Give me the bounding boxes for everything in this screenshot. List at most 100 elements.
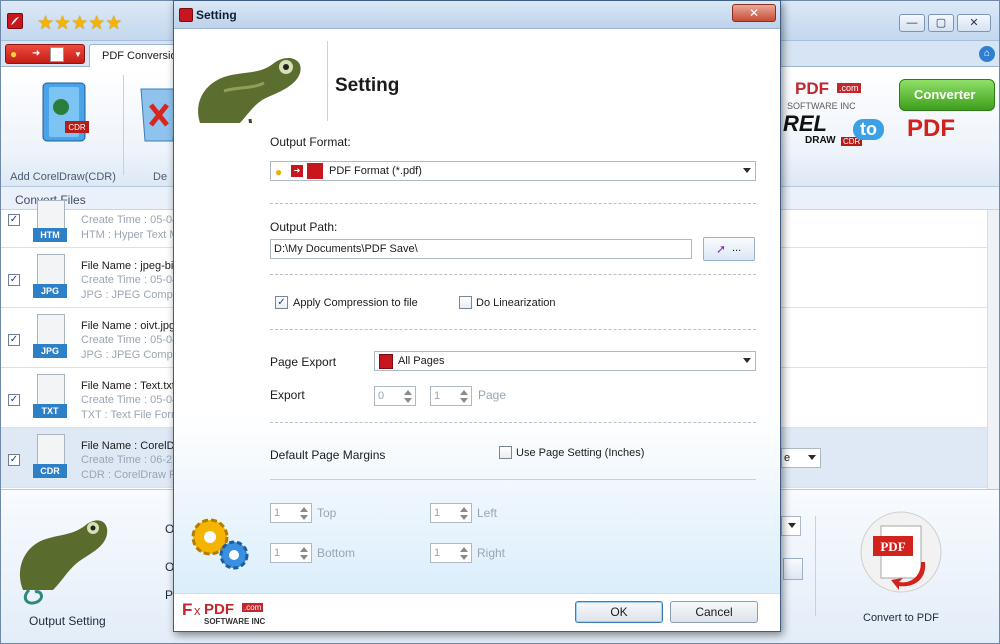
divider xyxy=(270,329,756,330)
file-created: Create Time : 05-04 xyxy=(81,394,179,406)
dialog-footer: F x PDF .com SOFTWARE INC OK Cancel xyxy=(174,593,780,631)
star-icon: ★ xyxy=(71,13,89,34)
minimize-button[interactable]: — xyxy=(899,14,925,32)
arrow-icon: ➜ xyxy=(291,165,303,177)
list-scrollbar[interactable] xyxy=(987,210,999,490)
dialog-close-button[interactable]: ✕ xyxy=(732,4,776,22)
setting-dialog: Setting ✕ Setting Output Format: ● ➜ PDF… xyxy=(173,0,781,632)
dialog-app-icon xyxy=(179,8,193,22)
pdf-icon xyxy=(307,163,323,179)
add-cdr-icon: CDR xyxy=(42,82,89,142)
spin-down-icon[interactable] xyxy=(460,515,468,520)
product-logo: REL DRAW CDR to PDF xyxy=(783,109,955,153)
star-icon: ★ xyxy=(37,13,55,34)
margin-top-spinner[interactable]: 1 xyxy=(270,503,312,523)
file-type: HTM : Hyper Text M xyxy=(81,229,179,241)
logo-fox: F xyxy=(182,600,193,619)
cdr-file-icon: CDR xyxy=(33,434,71,480)
brand-com: .com xyxy=(837,83,861,93)
file-type: CDR : CorelDraw Fi xyxy=(81,469,179,481)
divider xyxy=(270,422,756,423)
home-icon[interactable]: ⌂ xyxy=(979,46,995,62)
quick-access-menu[interactable]: ● ➜ ▼ xyxy=(5,44,85,64)
ribbon-divider xyxy=(123,75,124,175)
page-export-select[interactable]: All Pages xyxy=(374,351,756,371)
cancel-button[interactable]: Cancel xyxy=(670,601,758,623)
row-checkbox[interactable]: ✓ xyxy=(8,454,20,466)
close-button[interactable]: ✕ xyxy=(957,14,991,32)
row-checkbox[interactable]: ✓ xyxy=(8,274,20,286)
bottom-divider xyxy=(815,516,816,616)
maximize-button[interactable]: ▢ xyxy=(928,14,954,32)
logo-to: to xyxy=(853,119,884,140)
linearization-checkbox[interactable] xyxy=(459,296,472,309)
spin-up-icon[interactable] xyxy=(300,547,308,552)
spin-up-icon[interactable] xyxy=(300,507,308,512)
convert-to-pdf-button[interactable]: PDF Convert to PDF xyxy=(841,508,961,638)
file-badge: HTM xyxy=(33,228,67,242)
spin-down-icon[interactable] xyxy=(460,398,468,403)
use-page-setting-checkbox[interactable] xyxy=(499,446,512,459)
linearization-label: Do Linearization xyxy=(476,297,556,309)
spin-up-icon[interactable] xyxy=(404,390,412,395)
output-format-value: PDF Format (*.pdf) xyxy=(329,165,422,177)
tab-pdf-conversion[interactable]: PDF Conversion xyxy=(89,44,184,68)
star-icon: ★ xyxy=(88,13,106,34)
browse-label: ... xyxy=(732,242,742,254)
ok-button[interactable]: OK xyxy=(575,601,663,623)
dialog-titlebar: Setting ✕ xyxy=(174,1,780,29)
export-from-spinner[interactable]: 0 xyxy=(374,386,416,406)
browse-button[interactable]: ➚ ... xyxy=(703,237,755,261)
converter-button[interactable]: Converter xyxy=(899,79,995,111)
arrow-icon: ➜ xyxy=(32,48,41,59)
output-setting-label: Output Setting xyxy=(29,614,106,628)
dialog-header xyxy=(174,29,780,139)
margins-divider xyxy=(270,479,756,480)
export-to-spinner[interactable]: 1 xyxy=(430,386,472,406)
star-icon: ★ xyxy=(54,13,72,34)
output-path-input[interactable]: D:\My Documents\PDF Save\ xyxy=(270,239,692,259)
bulb-icon: ● xyxy=(10,47,18,61)
pdf-convert-icon: PDF xyxy=(860,511,942,593)
margin-bottom-label: Bottom xyxy=(317,546,356,560)
chevron-down-icon xyxy=(788,523,796,528)
apply-compression-checkbox[interactable]: ✓ xyxy=(275,296,288,309)
row-format-combo[interactable]: e xyxy=(781,448,821,468)
output-format-combo-main[interactable] xyxy=(781,516,801,536)
folder-button[interactable] xyxy=(783,558,803,580)
file-badge: TXT xyxy=(33,404,67,418)
margin-bottom-spinner[interactable]: 1 xyxy=(270,543,312,563)
spin-down-icon[interactable] xyxy=(460,555,468,560)
file-created: Create Time : 05-04 xyxy=(81,274,179,286)
dialog-title: Setting xyxy=(196,8,237,22)
row-checkbox[interactable]: ✓ xyxy=(8,214,20,226)
default-margins-label: Default Page Margins xyxy=(270,448,386,462)
margin-right-value: 1 xyxy=(434,547,441,559)
apply-compression-label: Apply Compression to file xyxy=(293,297,418,309)
spin-up-icon[interactable] xyxy=(460,390,468,395)
use-page-setting-label: Use Page Setting (Inches) xyxy=(516,447,645,459)
star-icon: ★ xyxy=(105,13,123,34)
chevron-down-icon xyxy=(743,168,751,173)
spin-up-icon[interactable] xyxy=(460,547,468,552)
file-created: Create Time : 05-04 xyxy=(81,334,179,346)
converter-label: Converter xyxy=(914,87,976,102)
file-type: JPG : JPEG Compre xyxy=(81,349,183,361)
row-checkbox[interactable]: ✓ xyxy=(8,394,20,406)
margin-left-value: 1 xyxy=(434,507,441,519)
output-format-select[interactable]: ● ➜ PDF Format (*.pdf) xyxy=(270,161,756,181)
spin-down-icon[interactable] xyxy=(404,398,412,403)
file-type: JPG : JPEG Compre xyxy=(81,289,183,301)
margin-left-spinner[interactable]: 1 xyxy=(430,503,472,523)
cursor-icon: ➚ xyxy=(716,242,727,256)
delete-button[interactable]: De xyxy=(131,75,177,183)
margin-right-spinner[interactable]: 1 xyxy=(430,543,472,563)
page-export-value: All Pages xyxy=(398,355,445,367)
spin-up-icon[interactable] xyxy=(460,507,468,512)
chameleon-icon xyxy=(19,520,108,605)
svg-text:CDR: CDR xyxy=(68,123,86,132)
row-checkbox[interactable]: ✓ xyxy=(8,334,20,346)
add-coreldraw-button[interactable]: CDR Add CorelDraw(CDR) xyxy=(9,75,117,183)
spin-down-icon[interactable] xyxy=(300,515,308,520)
spin-down-icon[interactable] xyxy=(300,555,308,560)
